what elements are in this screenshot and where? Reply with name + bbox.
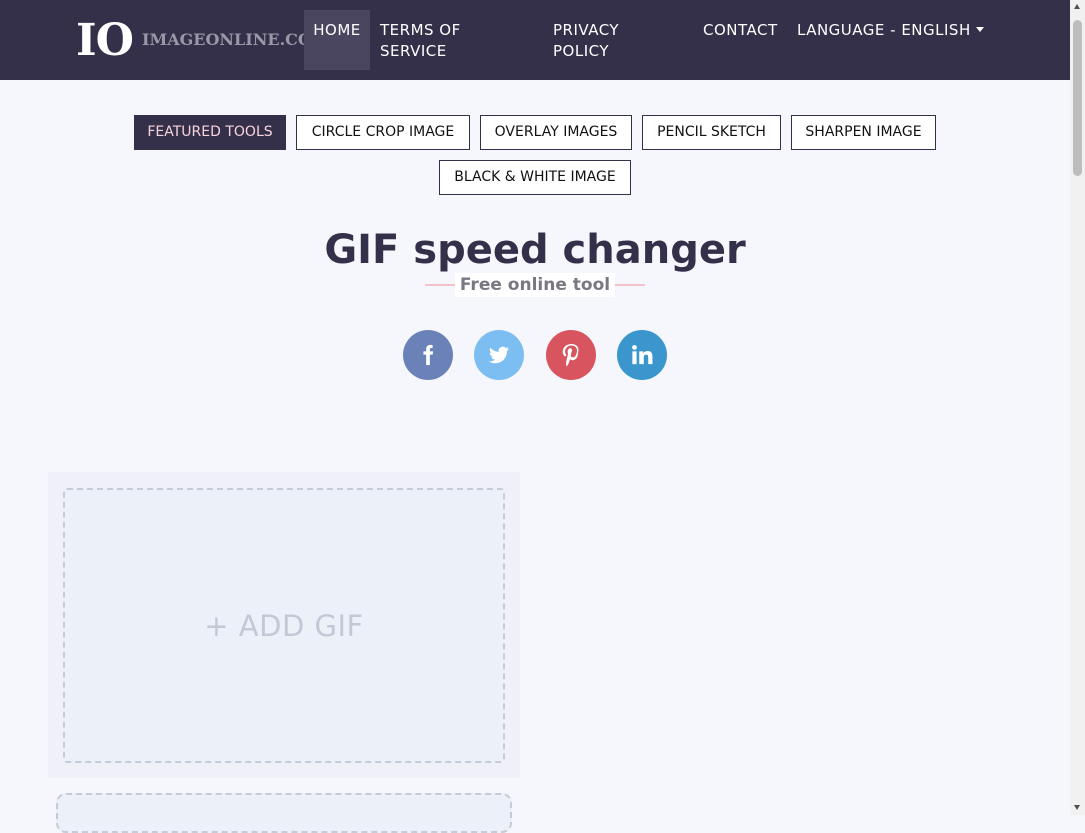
sharpen-image-button[interactable]: SHARPEN IMAGE bbox=[791, 115, 936, 150]
scroll-thumb[interactable] bbox=[1073, 20, 1082, 176]
subtitle-divider-right bbox=[611, 284, 645, 286]
circle-crop-image-button[interactable]: CIRCLE CROP IMAGE bbox=[296, 115, 470, 150]
subtitle-divider-left bbox=[425, 284, 459, 286]
page-subtitle: Free online tool bbox=[455, 273, 615, 297]
twitter-icon bbox=[488, 346, 510, 364]
black-white-image-button[interactable]: BLACK & WHITE IMAGE bbox=[439, 160, 631, 195]
language-label: LANGUAGE - ENGLISH bbox=[797, 21, 971, 39]
nav-contact-link[interactable]: CONTACT bbox=[703, 20, 778, 41]
pencil-sketch-button[interactable]: PENCIL SKETCH bbox=[642, 115, 781, 150]
nav-privacy-link[interactable]: PRIVACY POLICY bbox=[553, 20, 643, 62]
scroll-up-arrow-icon[interactable] bbox=[1074, 4, 1080, 9]
pinterest-icon bbox=[562, 344, 579, 367]
linkedin-share-button[interactable] bbox=[617, 330, 667, 380]
twitter-share-button[interactable] bbox=[474, 330, 524, 380]
page-title: GIF speed changer bbox=[324, 227, 746, 273]
linkedin-icon bbox=[632, 345, 653, 365]
overlay-images-button[interactable]: OVERLAY IMAGES bbox=[480, 115, 632, 150]
top-navbar: IO IMAGEONLINE.CO HOME TERMS OF SERVICE … bbox=[0, 0, 1070, 80]
facebook-icon bbox=[423, 344, 434, 366]
settings-panel bbox=[56, 793, 512, 833]
featured-tools-button[interactable]: FEATURED TOOLS bbox=[134, 115, 286, 150]
nav-home-link[interactable]: HOME bbox=[304, 10, 370, 70]
caret-down-icon bbox=[975, 27, 984, 32]
pinterest-share-button[interactable] bbox=[546, 330, 596, 380]
language-dropdown[interactable]: LANGUAGE - ENGLISH bbox=[797, 20, 984, 41]
facebook-share-button[interactable] bbox=[403, 330, 453, 380]
add-gif-dropzone[interactable]: + ADD GIF bbox=[63, 488, 505, 763]
scroll-down-arrow-icon[interactable] bbox=[1074, 805, 1080, 810]
nav-terms-link[interactable]: TERMS OF SERVICE bbox=[380, 20, 520, 62]
add-gif-label: + ADD GIF bbox=[204, 609, 364, 643]
logo-text[interactable]: IMAGEONLINE.CO bbox=[142, 30, 304, 50]
logo-mark[interactable]: IO bbox=[76, 16, 134, 66]
vertical-scrollbar[interactable] bbox=[1070, 0, 1085, 815]
